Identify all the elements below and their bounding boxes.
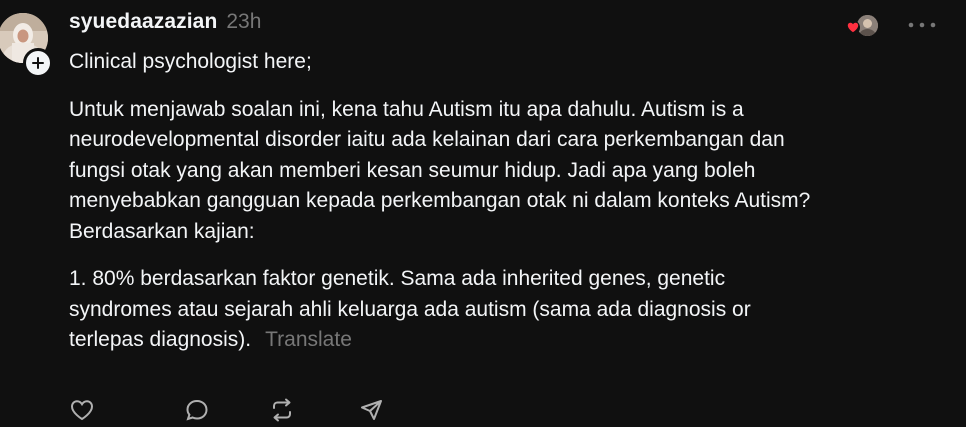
username-link[interactable]: syuedaazazian <box>69 10 217 34</box>
post-header: syuedaazazian 23h <box>69 10 261 40</box>
author-avatar-container <box>0 13 53 78</box>
reply-icon <box>186 399 208 421</box>
post-paragraph-3-text: 1. 80% berdasarkan faktor genetik. Sama … <box>69 267 751 351</box>
more-options-button[interactable] <box>902 12 942 38</box>
share-button[interactable] <box>359 398 387 422</box>
reply-button[interactable] <box>184 398 212 422</box>
reactions-indicator[interactable] <box>842 14 882 38</box>
repost-button[interactable] <box>269 398 297 422</box>
post-paragraph-1: Clinical psychologist here; <box>69 50 312 73</box>
reactor-photo-icon <box>857 15 878 36</box>
share-icon <box>361 400 382 420</box>
heart-icon <box>845 20 860 35</box>
ellipsis-icon <box>908 22 936 28</box>
translate-link[interactable]: Translate <box>265 328 352 351</box>
like-icon <box>70 400 94 421</box>
like-button[interactable] <box>69 398 97 422</box>
post-paragraph-2: Untuk menjawab soalan ini, kena tahu Aut… <box>69 97 811 243</box>
reactor-avatar <box>857 15 878 36</box>
thread-post: syuedaazazian 23h Clinical psychologist … <box>0 0 966 422</box>
post-body: Clinical psychologist here; Untuk menjaw… <box>69 47 949 356</box>
post-paragraph-3: 1. 80% berdasarkan faktor genetik. Sama … <box>69 264 949 356</box>
post-timestamp: 23h <box>226 10 262 33</box>
follow-button[interactable] <box>23 48 53 78</box>
plus-icon <box>32 57 44 69</box>
repost-icon <box>273 398 291 422</box>
